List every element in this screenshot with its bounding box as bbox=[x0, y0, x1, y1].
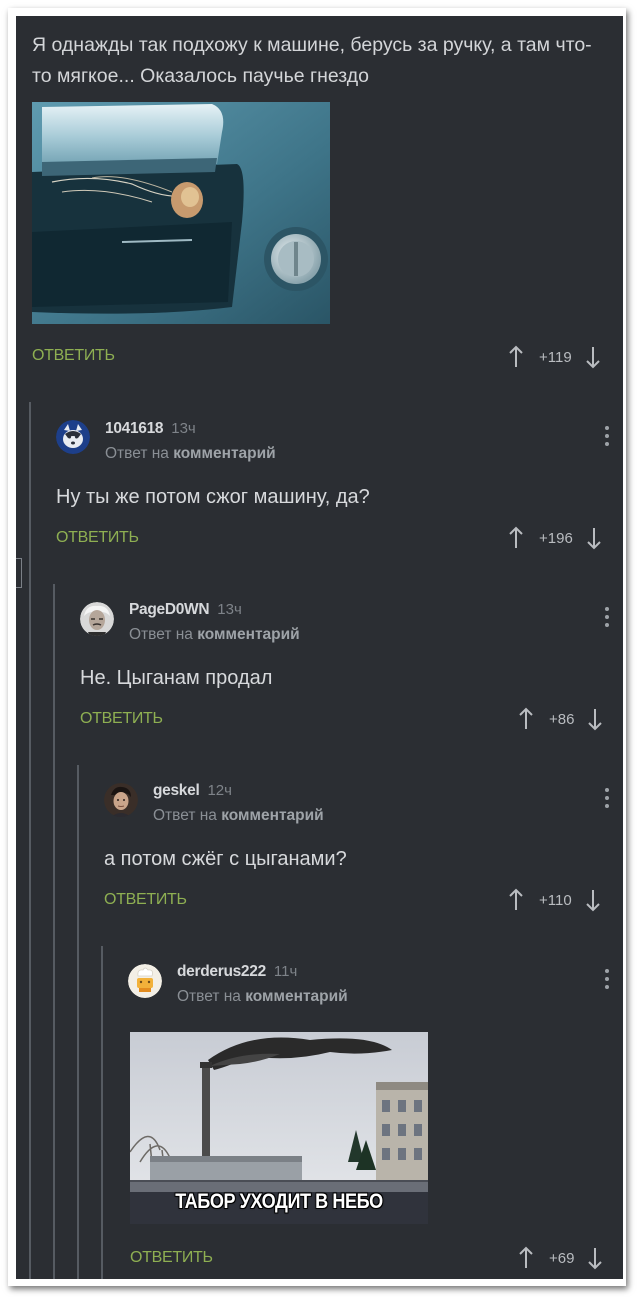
avatar-husky bbox=[56, 420, 90, 454]
comment-time: 13ч bbox=[217, 601, 242, 618]
arrow-up-icon[interactable] bbox=[517, 707, 535, 731]
parent-comment-link[interactable]: комментарий bbox=[245, 988, 347, 1005]
avatar-chef bbox=[128, 964, 162, 998]
thread-line-4[interactable] bbox=[101, 946, 103, 1279]
more-vertical-icon[interactable] bbox=[605, 607, 609, 631]
reply-meta: Ответ на комментарий bbox=[153, 807, 324, 825]
parent-comment-link[interactable]: комментарий bbox=[221, 807, 323, 824]
thread-line-3[interactable] bbox=[77, 765, 79, 1279]
post-rating: +119 bbox=[507, 345, 602, 369]
comment-header: 1041618 13ч bbox=[105, 420, 196, 438]
arrow-down-icon[interactable] bbox=[584, 345, 602, 369]
post-text: Я однажды так подхожу к машине, берусь з… bbox=[32, 34, 592, 87]
reply-link[interactable]: ОТВЕТИТЬ bbox=[56, 529, 139, 547]
comment-header: PageD0WN 13ч bbox=[129, 601, 242, 619]
arrow-down-icon[interactable] bbox=[586, 707, 604, 731]
avatar[interactable] bbox=[56, 420, 90, 459]
post-image[interactable] bbox=[32, 102, 330, 324]
reply-meta: Ответ на комментарий bbox=[177, 988, 348, 1006]
avatar[interactable] bbox=[128, 964, 162, 1003]
parent-comment-link[interactable]: комментарий bbox=[197, 626, 299, 643]
rating-value: +86 bbox=[549, 710, 575, 728]
arrow-down-icon[interactable] bbox=[584, 888, 602, 912]
comment-time: 13ч bbox=[171, 420, 196, 437]
rating-value: +110 bbox=[539, 891, 572, 909]
comment-rating: +69 bbox=[517, 1246, 604, 1270]
avatar[interactable] bbox=[80, 602, 114, 641]
avatar-portrait bbox=[104, 783, 138, 817]
arrow-up-icon[interactable] bbox=[507, 345, 525, 369]
comment-text: а потом сжёг с цыганами? bbox=[104, 848, 347, 870]
username[interactable]: 1041618 bbox=[105, 420, 164, 437]
comment-time: 11ч bbox=[273, 963, 298, 980]
comment-header: derderus222 11ч bbox=[177, 963, 297, 981]
comment-text: Не. Цыганам продал bbox=[80, 667, 273, 689]
reply-link[interactable]: ОТВЕТИТЬ bbox=[104, 891, 187, 909]
post-reply-link[interactable]: ОТВЕТИТЬ bbox=[32, 347, 115, 365]
thread-line-1[interactable] bbox=[29, 402, 31, 1279]
thread-line-2[interactable] bbox=[53, 584, 55, 1279]
arrow-up-icon[interactable] bbox=[507, 888, 525, 912]
comment-time: 12ч bbox=[207, 782, 232, 799]
avatar-einstein bbox=[80, 602, 114, 636]
collapse-marker[interactable] bbox=[16, 558, 22, 588]
reply-meta-prefix: Ответ на bbox=[105, 445, 169, 462]
comment-image[interactable]: ТАБОР УХОДИТ В НЕБО bbox=[130, 1032, 428, 1224]
comment-rating: +86 bbox=[517, 707, 604, 731]
arrow-down-icon[interactable] bbox=[586, 1246, 604, 1270]
rating-value: +119 bbox=[539, 348, 572, 366]
comment-text: Ну ты же потом сжог машину, да? bbox=[56, 486, 370, 508]
rating-value: +69 bbox=[549, 1249, 575, 1267]
reply-link[interactable]: ОТВЕТИТЬ bbox=[80, 710, 163, 728]
reply-link[interactable]: ОТВЕТИТЬ bbox=[130, 1249, 213, 1267]
comment-rating: +110 bbox=[507, 888, 602, 912]
reply-meta: Ответ на комментарий bbox=[129, 626, 300, 644]
arrow-up-icon[interactable] bbox=[517, 1246, 535, 1270]
more-vertical-icon[interactable] bbox=[605, 969, 609, 993]
username[interactable]: PageD0WN bbox=[129, 601, 210, 618]
comments-panel: Я однажды так подхожу к машине, берусь з… bbox=[16, 16, 623, 1279]
more-vertical-icon[interactable] bbox=[605, 788, 609, 812]
reply-meta-prefix: Ответ на bbox=[129, 626, 193, 643]
meme-caption: ТАБОР УХОДИТ В НЕБО bbox=[175, 1190, 383, 1213]
rating-value: +196 bbox=[539, 529, 573, 547]
arrow-up-icon[interactable] bbox=[507, 526, 525, 550]
comment-header: geskel 12ч bbox=[153, 782, 232, 800]
reply-meta-prefix: Ответ на bbox=[153, 807, 217, 824]
username[interactable]: derderus222 bbox=[177, 963, 266, 980]
reply-meta: Ответ на комментарий bbox=[105, 445, 276, 463]
avatar[interactable] bbox=[104, 783, 138, 822]
more-vertical-icon[interactable] bbox=[605, 426, 609, 450]
parent-comment-link[interactable]: комментарий bbox=[173, 445, 275, 462]
username[interactable]: geskel bbox=[153, 782, 200, 799]
comment-rating: +196 bbox=[507, 526, 603, 550]
arrow-down-icon[interactable] bbox=[585, 526, 603, 550]
reply-meta-prefix: Ответ на bbox=[177, 988, 241, 1005]
